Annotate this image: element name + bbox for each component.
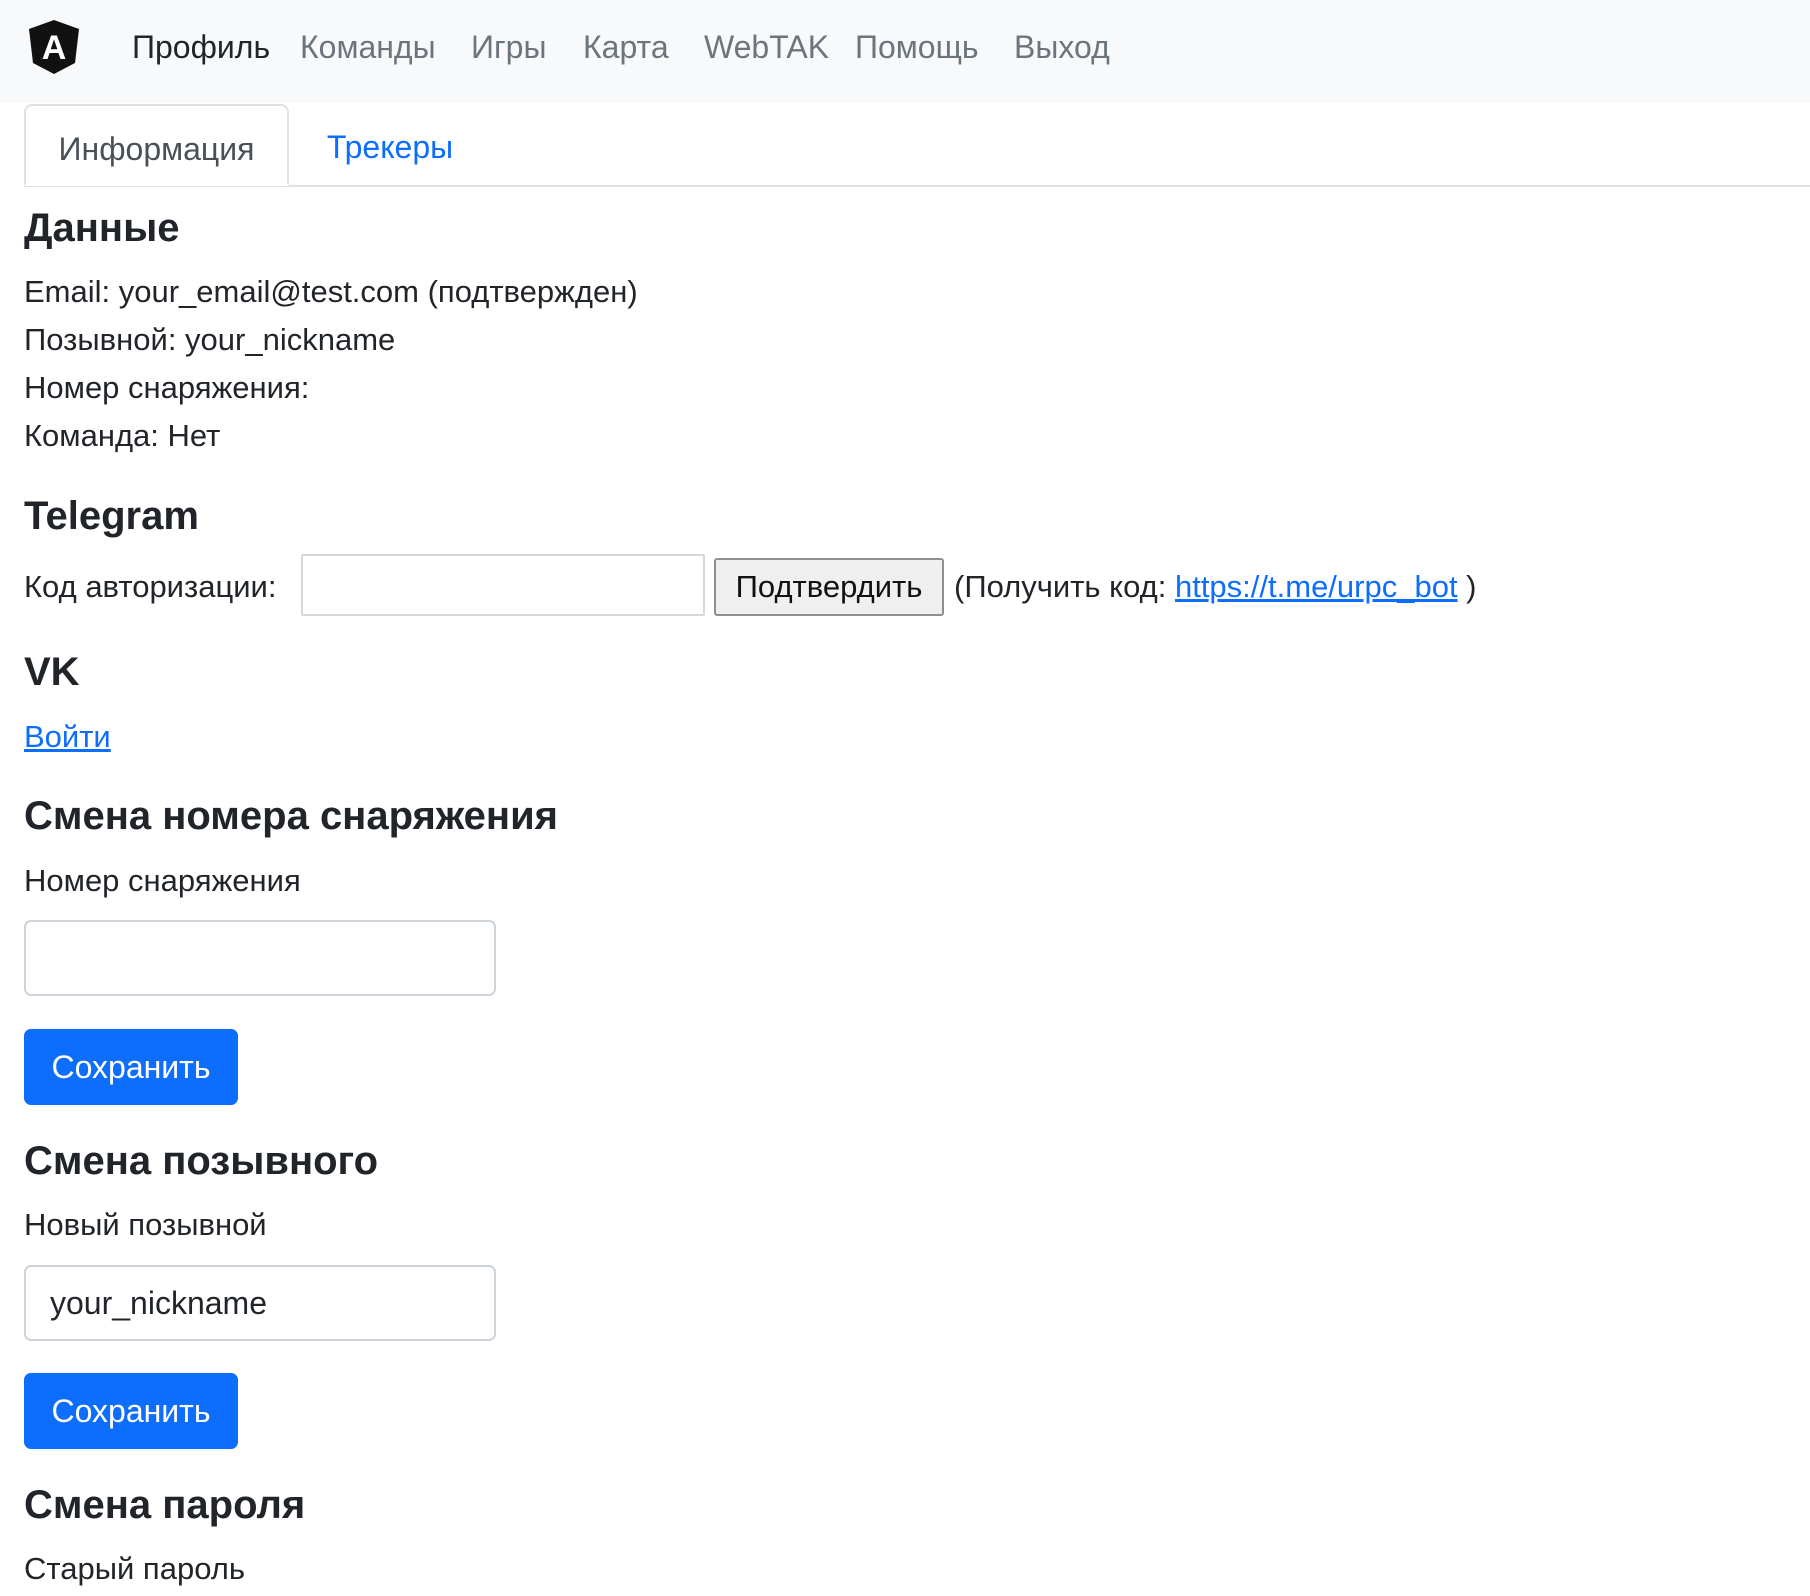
telegram-get-code-text: (Получить код: https://t.me/urpc_bot ): [954, 568, 1477, 606]
nav-logout[interactable]: Выход: [1014, 28, 1110, 66]
data-section-title: Данные: [24, 206, 180, 250]
equipment-number-input[interactable]: [24, 920, 496, 996]
telegram-bot-link[interactable]: https://t.me/urpc_bot: [1175, 569, 1458, 604]
team-info: Команда: Нет: [24, 418, 221, 453]
save-equipment-button[interactable]: Сохранить: [24, 1029, 238, 1105]
tab-information[interactable]: Информация: [24, 104, 289, 186]
nickname-change-title: Смена позывного: [24, 1139, 379, 1183]
vk-login-link[interactable]: Войти: [24, 718, 111, 756]
tabs-divider: [24, 185, 1810, 187]
new-nickname-input[interactable]: [24, 1265, 496, 1341]
equipment-change-title: Смена номера снаряжения: [24, 794, 559, 838]
nav-games[interactable]: Игры: [471, 28, 546, 66]
get-code-suffix: ): [1457, 569, 1477, 604]
get-code-prefix: (Получить код:: [954, 569, 1175, 604]
old-password-label: Старый пароль: [24, 1551, 245, 1586]
telegram-code-input[interactable]: [301, 554, 705, 616]
tab-trackers[interactable]: Трекеры: [300, 104, 480, 186]
save-nickname-button[interactable]: Сохранить: [24, 1373, 238, 1449]
nickname-info: Позывной: your_nickname: [24, 322, 396, 357]
nav-profile[interactable]: Профиль: [132, 28, 270, 66]
telegram-confirm-button[interactable]: Подтвердить: [714, 558, 944, 616]
new-nickname-label: Новый позывной: [24, 1207, 267, 1242]
nav-webtak[interactable]: WebTAK: [704, 28, 829, 66]
nav-teams[interactable]: Команды: [300, 28, 436, 66]
top-navbar: A Профиль Команды Игры Карта WebTAK Помо…: [0, 0, 1810, 103]
nav-help[interactable]: Помощь: [855, 28, 979, 66]
equipment-info: Номер снаряжения:: [24, 370, 310, 405]
nav-map[interactable]: Карта: [583, 28, 669, 66]
telegram-section-title: Telegram: [24, 494, 199, 538]
password-change-title: Смена пароля: [24, 1483, 306, 1527]
equipment-number-label: Номер снаряжения: [24, 863, 301, 898]
angular-logo-icon[interactable]: A: [28, 19, 80, 75]
email-info: Email: your_email@test.com (подтвержден): [24, 274, 638, 309]
svg-text:A: A: [42, 29, 67, 67]
vk-section-title: VK: [24, 650, 80, 694]
telegram-code-label: Код авторизации:: [24, 569, 277, 604]
